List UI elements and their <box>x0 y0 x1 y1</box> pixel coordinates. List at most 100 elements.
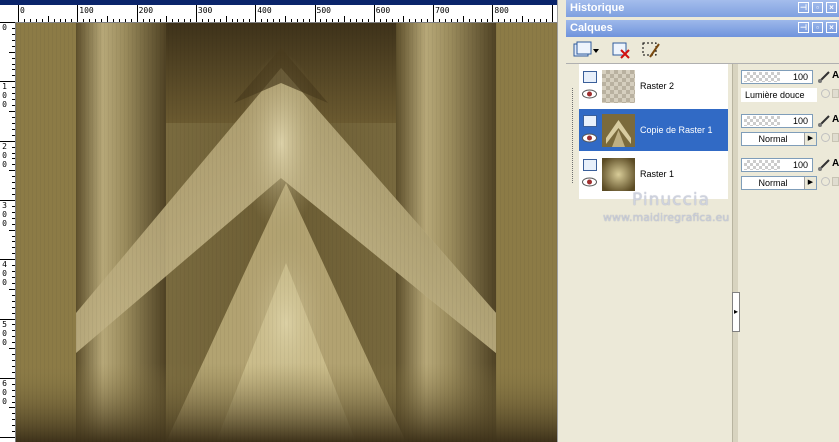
blend-mode-select[interactable]: Normal ▶ <box>741 176 817 190</box>
ruler-label: 0 <box>2 23 7 32</box>
ruler-tick <box>83 19 85 22</box>
restore-icon[interactable]: ▫ <box>812 2 823 13</box>
ruler-tick <box>53 19 55 22</box>
ruler-tick <box>89 19 91 22</box>
ruler-tick <box>344 16 346 22</box>
visibility-eye-icon[interactable] <box>582 177 597 187</box>
ruler-tick <box>9 348 15 350</box>
opacity-slider[interactable]: 100 <box>741 158 813 172</box>
opacity-slider[interactable]: 100 <box>741 70 813 84</box>
ruler-tick <box>12 365 15 367</box>
ruler-tick <box>320 19 322 22</box>
ruler-tick <box>77 5 79 22</box>
ruler-tick <box>421 19 423 22</box>
ruler-tick <box>12 247 15 249</box>
ruler-tick <box>261 19 263 22</box>
opacity-slider[interactable]: 100 <box>741 114 813 128</box>
ruler-label: 0 <box>2 150 7 160</box>
ruler-tick <box>510 19 512 22</box>
lock-transparency-icon[interactable] <box>821 89 830 98</box>
layers-toolbar <box>566 37 839 64</box>
pin-icon[interactable]: ⊣ <box>798 2 809 13</box>
ruler-tick <box>207 19 209 22</box>
ruler-tick <box>12 194 15 195</box>
ruler-tick <box>35 19 37 22</box>
ruler-tick <box>12 235 15 237</box>
ruler-tick <box>273 19 274 22</box>
link-icon[interactable] <box>832 133 839 142</box>
layer-thumbnail <box>602 114 635 147</box>
ruler-tick <box>41 19 43 22</box>
restore-icon[interactable]: ▫ <box>812 22 823 33</box>
ruler-tick <box>12 105 15 106</box>
ruler-tick <box>409 19 411 22</box>
ruler-tick <box>12 134 15 136</box>
ruler-tick <box>231 19 233 22</box>
ruler-tick <box>12 99 15 101</box>
ruler-tick <box>59 19 61 22</box>
pin-icon[interactable]: ⊣ <box>798 22 809 33</box>
ruler-tick <box>12 300 15 302</box>
ruler-tick <box>12 306 15 308</box>
close-icon[interactable]: × <box>826 2 837 13</box>
ruler-tick <box>172 19 174 22</box>
ruler-tick <box>12 164 15 166</box>
delete-layer-icon[interactable] <box>610 40 632 60</box>
properties-splitter[interactable] <box>732 64 738 442</box>
layer-row-copie-de-raster-1[interactable]: Copie de Raster 1 <box>579 109 728 151</box>
link-icon[interactable] <box>832 177 839 186</box>
blend-mode-select[interactable]: Lumière douce <box>741 88 817 102</box>
ruler-tick <box>533 19 535 22</box>
ruler-label: 0 <box>2 209 7 219</box>
brush-icon[interactable] <box>817 158 831 172</box>
new-layer-icon[interactable] <box>572 40 599 60</box>
layer-thumbnail <box>602 158 635 191</box>
ruler-tick <box>12 116 15 118</box>
ruler-tick <box>195 5 197 22</box>
ruler-tick <box>284 16 286 22</box>
ruler-tick <box>166 16 168 22</box>
ruler-tick <box>350 19 352 22</box>
layer-name: Raster 2 <box>640 81 675 91</box>
history-title: Historique <box>570 2 625 14</box>
layers-panel-titlebar[interactable]: Calques ⊣ ▫ × <box>566 20 839 37</box>
ruler-tick <box>492 5 494 22</box>
ruler-tick <box>71 19 73 22</box>
ruler-tick <box>12 211 15 213</box>
ruler-tick <box>12 152 15 154</box>
horizontal-ruler: 0 100 200 300 400 500 600 700 800 <box>15 5 559 23</box>
visibility-eye-icon[interactable] <box>582 133 597 143</box>
ruler-tick <box>12 324 15 326</box>
ruler-tick <box>12 39 15 41</box>
lock-transparency-icon[interactable] <box>821 133 830 142</box>
ruler-tick <box>12 425 15 427</box>
dropdown-arrow-icon[interactable]: ▶ <box>804 133 816 145</box>
edit-selection-icon[interactable] <box>640 40 662 60</box>
ruler-tick <box>338 19 340 22</box>
link-icon[interactable] <box>832 89 839 98</box>
ruler-tick <box>12 241 15 243</box>
layer-row-raster-2[interactable]: Raster 2 <box>579 65 728 107</box>
ruler-label: 0 <box>2 396 7 406</box>
layer-group-line <box>572 88 574 183</box>
lock-transparency-icon[interactable] <box>821 177 830 186</box>
brush-icon[interactable] <box>817 114 831 128</box>
visibility-eye-icon[interactable] <box>582 89 597 99</box>
ruler-tick <box>101 19 102 22</box>
blend-mode-select[interactable]: Normal ▶ <box>741 132 817 146</box>
ruler-tick <box>12 182 15 184</box>
ruler-tick <box>12 431 15 433</box>
ruler-tick <box>290 19 292 22</box>
ruler-tick <box>9 51 15 53</box>
dropdown-arrow-icon[interactable]: ▶ <box>804 177 816 189</box>
brush-icon[interactable] <box>817 70 831 84</box>
close-icon[interactable]: × <box>826 22 837 33</box>
layer-name: Copie de Raster 1 <box>640 125 713 135</box>
image-canvas[interactable] <box>16 23 557 442</box>
collapse-arrow-icon[interactable]: ▸ <box>732 292 740 332</box>
history-panel-titlebar[interactable]: Historique ⊣ ▫ × <box>566 0 839 17</box>
ruler-tick <box>326 19 328 22</box>
layer-row-raster-1[interactable]: Raster 1 <box>579 153 728 195</box>
ruler-tick <box>12 253 15 255</box>
ruler-label: 3 <box>2 200 7 210</box>
